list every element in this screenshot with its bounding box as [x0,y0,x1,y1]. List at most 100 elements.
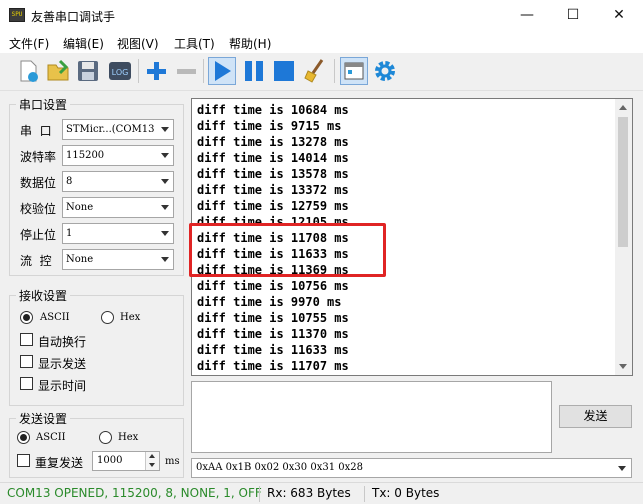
port-select[interactable]: STMicr...(COM13 [62,119,174,140]
send-ascii-radio[interactable] [17,431,30,444]
repeat-unit-label: ms [165,456,180,467]
menu-tools[interactable]: 工具(T) [174,35,215,52]
vertical-scrollbar[interactable] [615,99,632,375]
menu-view[interactable]: 视图(V) [117,35,159,52]
chevron-up-icon [149,454,155,458]
annotation-highlight-box [189,223,386,277]
receive-line: diff time is 12759 ms [197,199,349,213]
toolbar: LOG [0,53,643,91]
receive-line: diff time is 9715 ms [197,119,342,133]
title-bar: SPU 友善串口调试手 — ☐ ✕ [0,0,643,31]
auto-newline-checkbox[interactable] [20,333,33,346]
show-send-label: 显示发送 [38,357,87,371]
repeat-send-checkbox[interactable] [17,454,30,467]
baud-label: 波特率 [20,150,57,164]
receive-line: diff time is 10755 ms [197,311,349,325]
save-icon[interactable] [74,57,102,85]
scroll-up-icon[interactable] [619,105,627,110]
receive-line: diff time is 9970 ms [197,295,342,309]
menu-file[interactable]: 文件(F) [9,35,49,52]
serial-settings-title: 串口设置 [16,96,71,113]
receive-line: diff time is 13372 ms [197,183,349,197]
maximize-button[interactable]: ☐ [550,0,596,31]
close-button[interactable]: ✕ [596,0,642,31]
menu-edit[interactable]: 编辑(E) [63,35,104,52]
repeat-interval-stepper[interactable]: 1000 [92,451,160,471]
show-time-label: 显示时间 [38,379,87,393]
send-hex-radio[interactable] [99,431,112,444]
send-textarea[interactable] [191,381,552,453]
menu-help[interactable]: 帮助(H) [229,35,271,52]
menu-bar: 文件(F) 编辑(E) 视图(V) 工具(T) 帮助(H) [0,31,643,53]
send-hex-label: Hex [118,432,139,443]
gear-icon[interactable] [371,57,399,85]
receive-line: diff time is 11633 ms [197,343,349,357]
minimize-button[interactable]: — [504,0,550,31]
chevron-down-icon [161,153,169,158]
receive-line: diff time is 13578 ms [197,167,349,181]
stopbits-label: 停止位 [20,228,57,242]
receive-line: diff time is 14014 ms [197,151,349,165]
receive-line: diff time is 13278 ms [197,135,349,149]
status-divider [259,486,260,502]
recv-hex-radio[interactable] [101,311,114,324]
parity-select[interactable]: None [62,197,174,218]
toolbar-separator [334,59,335,83]
plus-icon[interactable] [142,57,170,85]
scroll-down-icon[interactable] [619,364,627,369]
chevron-down-icon [161,127,169,132]
send-ascii-label: ASCII [36,432,66,443]
layout-icon[interactable] [340,57,368,85]
receive-line: diff time is 11370 ms [197,327,349,341]
port-label: 串 口 [20,124,52,138]
tx-count: Tx: 0 Bytes [372,486,440,500]
log-label: LOG [112,68,129,77]
show-send-checkbox[interactable] [20,355,33,368]
receive-settings-group [9,295,184,406]
show-time-checkbox[interactable] [20,377,33,390]
connection-status: COM13 OPENED, 115200, 8, NONE, 1, OFF [7,486,262,500]
stop-icon[interactable] [270,57,298,85]
chevron-down-icon [149,463,155,467]
databits-label: 数据位 [20,176,57,190]
parity-label: 校验位 [20,202,57,216]
stepper-buttons[interactable] [145,452,159,470]
scroll-thumb[interactable] [618,117,628,247]
status-bar: COM13 OPENED, 115200, 8, NONE, 1, OFF Rx… [0,482,643,504]
flow-label: 流 控 [20,254,52,268]
status-divider [364,486,365,502]
send-history-select[interactable]: 0xAA 0x1B 0x02 0x30 0x31 0x28 [191,458,632,478]
chevron-down-icon [161,205,169,210]
toolbar-separator [203,59,204,83]
chevron-down-icon [161,257,169,262]
log-icon[interactable]: LOG [106,57,134,85]
app-icon: SPU [9,8,25,22]
chevron-down-icon [161,179,169,184]
recv-hex-label: Hex [120,312,141,323]
receive-line: diff time is 11707 ms [197,359,349,373]
app-window: SPU 友善串口调试手 — ☐ ✕ 文件(F) 编辑(E) 视图(V) 工具(T… [0,0,643,504]
minus-icon[interactable] [172,57,200,85]
window-title: 友善串口调试手 [31,10,116,24]
toolbar-separator [138,59,139,83]
play-icon[interactable] [208,57,236,85]
baud-select[interactable]: 115200 [62,145,174,166]
open-icon[interactable] [44,57,72,85]
repeat-send-label: 重复发送 [35,456,84,470]
pause-icon[interactable] [240,57,268,85]
recv-ascii-label: ASCII [40,312,70,323]
chevron-down-icon [161,231,169,236]
send-button[interactable]: 发送 [559,405,632,428]
new-icon[interactable] [14,57,42,85]
recv-ascii-radio[interactable] [20,311,33,324]
auto-newline-label: 自动换行 [38,335,87,349]
flow-select[interactable]: None [62,249,174,270]
receive-settings-title: 接收设置 [16,287,71,304]
chevron-down-icon [618,466,626,471]
send-settings-title: 发送设置 [16,410,71,427]
databits-select[interactable]: 8 [62,171,174,192]
broom-icon[interactable] [302,57,330,85]
receive-line: diff time is 10684 ms [197,103,349,117]
stopbits-select[interactable]: 1 [62,223,174,244]
receive-line: diff time is 10756 ms [197,279,349,293]
